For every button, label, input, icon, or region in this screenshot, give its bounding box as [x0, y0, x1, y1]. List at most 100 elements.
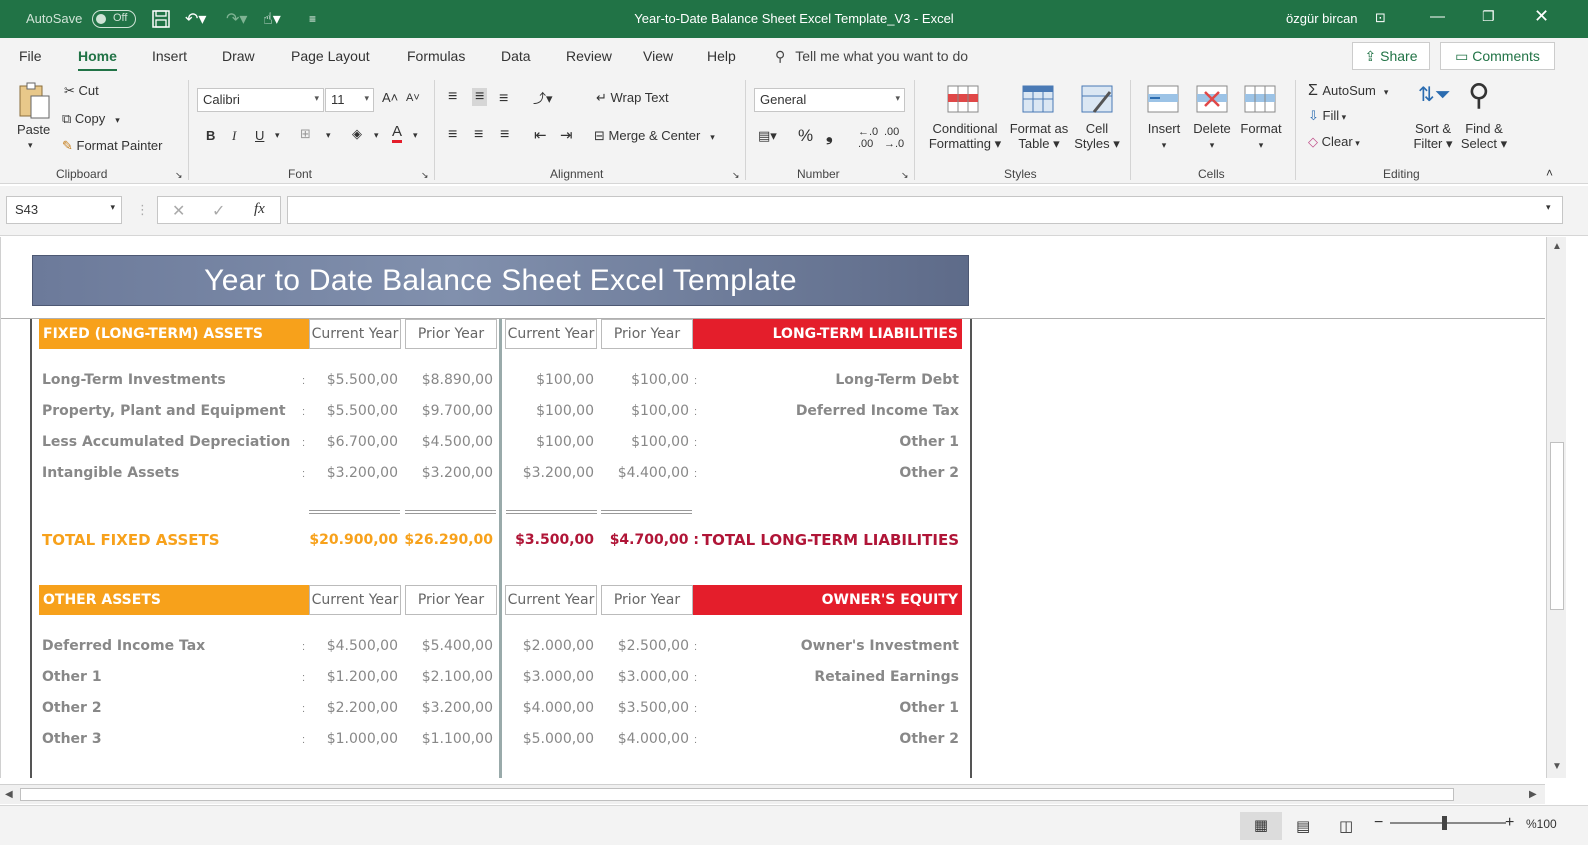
find-select-icon[interactable]: ⚲: [1468, 78, 1490, 113]
clear-button[interactable]: ◇ Clear ▾: [1308, 134, 1360, 150]
chevron-down-icon[interactable]: ▾: [413, 130, 418, 141]
prior-year-header[interactable]: Prior Year: [405, 585, 497, 615]
increase-indent-icon[interactable]: ⇥: [560, 126, 573, 144]
paste-dropdown-icon[interactable]: ▾: [28, 140, 33, 151]
font-name-combo[interactable]: Calibri ▾: [197, 88, 324, 112]
tab-page-layout[interactable]: Page Layout: [291, 48, 370, 64]
sort-filter-icon[interactable]: ⇅⏷: [1418, 82, 1451, 107]
ribbon-display-icon[interactable]: ⊡: [1375, 10, 1386, 26]
tab-review[interactable]: Review: [566, 48, 612, 64]
paste-icon[interactable]: [16, 82, 52, 122]
current-year-header[interactable]: Current Year: [505, 319, 597, 349]
paste-label[interactable]: Paste: [17, 122, 50, 137]
conditional-formatting-icon[interactable]: [946, 84, 982, 114]
underline-button[interactable]: U: [255, 128, 264, 143]
grow-font-icon[interactable]: A˄: [382, 90, 398, 105]
tab-draw[interactable]: Draw: [222, 48, 255, 64]
horizontal-scroll-thumb[interactable]: [20, 788, 1454, 801]
horizontal-scrollbar[interactable]: ◀ ▶: [0, 784, 1545, 804]
format-painter-button[interactable]: ✎ Format Painter: [62, 138, 163, 154]
conditional-formatting-button[interactable]: Conditional Formatting ▾: [926, 121, 1004, 152]
format-as-table-button[interactable]: Format as Table ▾: [1006, 121, 1072, 152]
comments-button[interactable]: ▭ Comments: [1440, 42, 1555, 70]
zoom-slider[interactable]: [1390, 822, 1506, 824]
current-year-header[interactable]: Current Year: [309, 585, 401, 615]
autosum-button[interactable]: Σ AutoSum ▾: [1308, 82, 1388, 100]
user-name[interactable]: özgür bircan: [1286, 11, 1358, 26]
worksheet[interactable]: Year to Date Balance Sheet Excel Templat…: [0, 237, 1545, 778]
normal-view-icon[interactable]: ▦: [1240, 812, 1282, 840]
scroll-left-icon[interactable]: ◀: [5, 789, 13, 800]
number-format-combo[interactable]: General ▾: [754, 88, 905, 112]
other-assets-header[interactable]: OTHER ASSETS: [39, 585, 309, 615]
delete-cells-icon[interactable]: [1195, 84, 1231, 114]
owners-equity-header[interactable]: OWNER'S EQUITY: [693, 585, 962, 615]
insert-cells-icon[interactable]: [1146, 84, 1182, 114]
orientation-icon[interactable]: ⤴▾: [533, 88, 553, 107]
copy-button[interactable]: ⧉ Copy ▾: [62, 111, 120, 127]
collapse-ribbon-icon[interactable]: ˄: [1546, 166, 1553, 180]
wrap-text-button[interactable]: ↵ Wrap Text: [596, 90, 669, 106]
tab-help[interactable]: Help: [707, 48, 736, 64]
cut-button[interactable]: ✂ Cut: [64, 83, 99, 99]
clipboard-launcher-icon[interactable]: ↘: [175, 170, 183, 181]
format-as-table-icon[interactable]: [1021, 84, 1057, 114]
font-color-icon[interactable]: A: [392, 124, 403, 143]
align-right-icon[interactable]: ≡: [500, 126, 509, 144]
italic-button[interactable]: I: [232, 128, 236, 144]
chevron-down-icon[interactable]: ▾: [374, 130, 379, 141]
scroll-right-icon[interactable]: ▶: [1529, 789, 1537, 800]
decrease-decimal-icon[interactable]: .00 →.0: [884, 126, 904, 150]
share-button[interactable]: ⇪ Share: [1352, 42, 1430, 70]
font-size-combo[interactable]: 11 ▾: [325, 88, 374, 112]
align-middle-icon[interactable]: ≡: [472, 88, 488, 106]
current-year-header[interactable]: Current Year: [505, 585, 597, 615]
name-box[interactable]: S43 ▾: [6, 196, 122, 224]
align-center-icon[interactable]: ≡: [474, 126, 483, 144]
formula-input[interactable]: [287, 196, 1563, 224]
current-year-header[interactable]: Current Year: [309, 319, 401, 349]
zoom-in-icon[interactable]: +: [1505, 814, 1514, 832]
format-cells-button[interactable]: Format ▾: [1236, 121, 1286, 151]
minimize-icon[interactable]: —: [1430, 8, 1445, 25]
vertical-scroll-thumb[interactable]: [1550, 442, 1564, 610]
page-break-view-icon[interactable]: ◫: [1339, 817, 1353, 835]
align-bottom-icon[interactable]: ≡: [499, 90, 508, 108]
merge-center-button[interactable]: ⊟ Merge & Center ▾: [594, 128, 715, 144]
prior-year-header[interactable]: Prior Year: [601, 585, 693, 615]
chevron-down-icon[interactable]: ▾: [326, 130, 331, 141]
zoom-slider-thumb[interactable]: [1442, 816, 1447, 830]
alignment-launcher-icon[interactable]: ↘: [732, 170, 740, 181]
delete-cells-button[interactable]: Delete ▾: [1187, 121, 1237, 151]
fixed-assets-header[interactable]: FIXED (LONG-TERM) ASSETS: [39, 319, 309, 349]
find-select-button[interactable]: Find & Select ▾: [1458, 121, 1510, 152]
bold-button[interactable]: B: [206, 128, 215, 143]
cell-styles-button[interactable]: Cell Styles ▾: [1070, 121, 1124, 152]
scroll-down-icon[interactable]: ▼: [1552, 761, 1562, 772]
align-top-icon[interactable]: ≡: [448, 88, 457, 106]
prior-year-header[interactable]: Prior Year: [601, 319, 693, 349]
prior-year-header[interactable]: Prior Year: [405, 319, 497, 349]
tell-me-search[interactable]: ⚲ Tell me what you want to do: [775, 48, 968, 65]
comma-style-icon[interactable]: ❟: [826, 126, 833, 146]
liabilities-header[interactable]: LONG-TERM LIABILITIES: [693, 319, 962, 349]
tab-formulas[interactable]: Formulas: [407, 48, 465, 64]
expand-formula-icon[interactable]: ▾: [1546, 202, 1551, 213]
align-left-icon[interactable]: ≡: [448, 126, 457, 144]
font-launcher-icon[interactable]: ↘: [421, 170, 429, 181]
sort-filter-button[interactable]: Sort & Filter ▾: [1408, 121, 1458, 152]
tab-view[interactable]: View: [643, 48, 673, 64]
number-launcher-icon[interactable]: ↘: [901, 170, 909, 181]
decrease-indent-icon[interactable]: ⇤: [534, 126, 547, 144]
percent-icon[interactable]: %: [798, 126, 813, 146]
chevron-down-icon[interactable]: ▾: [275, 130, 280, 141]
borders-icon[interactable]: ⊞: [300, 126, 311, 142]
drag-handle-icon[interactable]: ⋮: [136, 202, 149, 218]
fill-button[interactable]: ⇩ Fill ▾: [1308, 108, 1346, 124]
page-layout-view-icon[interactable]: ▤: [1296, 817, 1310, 835]
tab-insert[interactable]: Insert: [152, 48, 187, 64]
increase-decimal-icon[interactable]: ←.0.00: [858, 126, 878, 150]
vertical-scrollbar[interactable]: ▲ ▼: [1546, 237, 1566, 778]
tab-data[interactable]: Data: [501, 48, 531, 64]
scroll-up-icon[interactable]: ▲: [1552, 241, 1562, 252]
